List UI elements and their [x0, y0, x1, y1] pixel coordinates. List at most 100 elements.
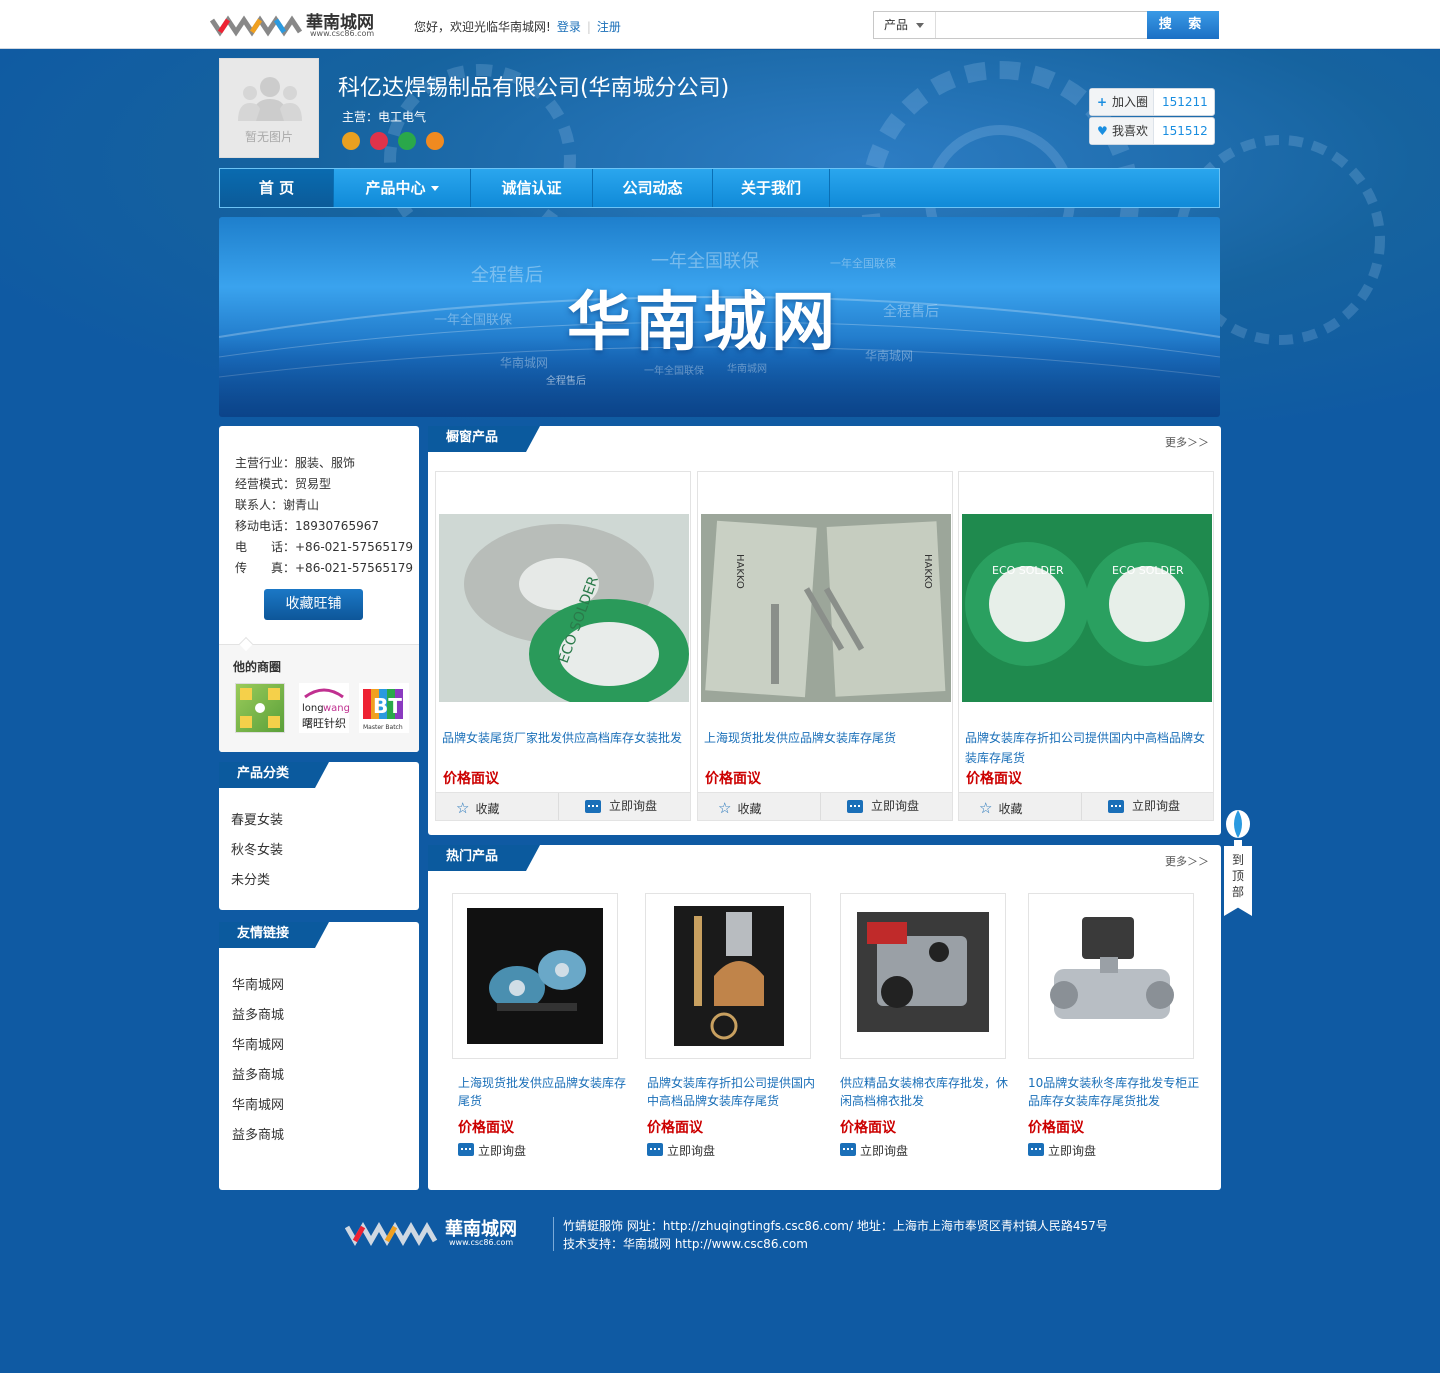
heart-icon: ♥ [1097, 124, 1108, 138]
svg-text:HAKKO: HAKKO [734, 554, 745, 589]
svg-text:Master Batch: Master Batch [363, 724, 403, 731]
category-item[interactable]: 秋冬女装 [231, 839, 283, 858]
welcome-bar: 您好，欢迎光临华南城网! 登录 | 注册 [414, 18, 627, 35]
favorite-action[interactable]: ☆ 收藏 [979, 799, 1022, 817]
chat-icon [647, 1143, 663, 1156]
favorite-action[interactable]: ☆ 收藏 [456, 799, 499, 817]
shop-nav: 首 页 产品中心 诚信认证 公司动态 关于我们 [219, 168, 1220, 208]
inquiry-action[interactable]: 立即询盘 [1028, 1142, 1096, 1159]
inquiry-label: 立即询盘 [609, 799, 658, 813]
category-item[interactable]: 未分类 [231, 869, 270, 888]
friend-link[interactable]: 益多商城 [232, 1124, 284, 1143]
inquiry-action[interactable]: 立即询盘 [840, 1142, 908, 1159]
hot-products-title: 热门产品 [428, 845, 540, 871]
product-title[interactable]: 上海现货批发供应品牌女装库存尾货 [458, 1074, 634, 1110]
product-title[interactable]: 品牌女装库存折扣公司提供国内中高档品牌女装库存尾货 [965, 728, 1209, 768]
product-title[interactable]: 品牌女装库存折扣公司提供国内中高档品牌女装库存尾货 [647, 1074, 823, 1110]
product-actions: ☆ 收藏 立即询盘 [959, 792, 1213, 820]
friend-link[interactable]: 华南城网 [232, 1094, 284, 1113]
banner-watermark: 全程售后 [471, 265, 543, 286]
banner-watermark: 华南城网 [865, 349, 914, 363]
product-actions: ☆ 收藏 立即询盘 [436, 792, 690, 820]
guarantee-badge-icon[interactable] [426, 132, 444, 150]
search-box: 产品 搜 索 [873, 11, 1219, 39]
inquiry-action[interactable]: 立即询盘 [820, 793, 952, 820]
nav-certification[interactable]: 诚信认证 [471, 169, 593, 207]
like-count: 151512 [1162, 124, 1208, 138]
product-title[interactable]: 供应精品女装棉衣库存批发，休闲高档棉衣批发 [840, 1074, 1016, 1110]
product-image[interactable]: ECO SOLDER [439, 514, 689, 709]
more-link[interactable]: 更多＞＞ [1165, 853, 1209, 869]
product-price: 价格面议 [840, 1120, 896, 1136]
honesty-badge-icon[interactable] [370, 132, 388, 150]
product-image[interactable] [840, 893, 1006, 1059]
vip-badge-icon[interactable] [342, 132, 360, 150]
chat-icon [847, 800, 863, 813]
back-to-top-button[interactable]: 到顶部 [1224, 808, 1252, 916]
like-button[interactable]: ♥ 我喜欢 151512 [1089, 117, 1215, 145]
nav-news[interactable]: 公司动态 [593, 169, 713, 207]
info-phone: 电 话：+86-021-57565179 [235, 540, 413, 554]
product-card: ECO SOLDER ECO SOLDER 品牌女装库存折扣公司提供国内中高档品… [958, 471, 1214, 821]
friend-link[interactable]: 益多商城 [232, 1004, 284, 1023]
product-actions: ☆ 收藏 立即询盘 [698, 792, 952, 820]
verified-badge-icon[interactable] [398, 132, 416, 150]
inquiry-label: 立即询盘 [1048, 1144, 1097, 1158]
banner-watermark: 一年全国联保 [651, 251, 759, 272]
shop-logo-2[interactable]: long wang 曙旺针织 [299, 683, 350, 733]
star-icon: ☆ [718, 799, 732, 817]
shop-logo-3[interactable]: BT Master Batch [359, 683, 409, 733]
chat-icon [1108, 800, 1124, 813]
search-button[interactable]: 搜 索 [1147, 11, 1219, 39]
nav-products[interactable]: 产品中心 [334, 169, 471, 207]
nav-about[interactable]: 关于我们 [713, 169, 830, 207]
inquiry-action[interactable]: 立即询盘 [458, 1142, 526, 1159]
search-category-select[interactable]: 产品 [874, 12, 936, 38]
chevron-down-icon [430, 186, 439, 191]
product-image[interactable] [645, 893, 811, 1059]
chat-icon [1028, 1143, 1044, 1156]
product-image[interactable] [452, 893, 618, 1059]
nav-home[interactable]: 首 页 [220, 169, 334, 207]
categories-title: 产品分类 [219, 762, 329, 788]
logo-url: www.csc86.com [310, 29, 375, 38]
friend-link[interactable]: 华南城网 [232, 974, 284, 993]
inquiry-action[interactable]: 立即询盘 [1081, 793, 1213, 820]
search-input[interactable] [938, 14, 1144, 36]
window-products-title: 橱窗产品 [428, 426, 540, 452]
product-title[interactable]: 上海现货批发供应品牌女装库存尾货 [704, 728, 948, 748]
star-icon: ☆ [456, 799, 470, 817]
favorite-label: 收藏 [998, 802, 1023, 816]
inquiry-action[interactable]: 立即询盘 [647, 1142, 715, 1159]
login-link[interactable]: 登录 [557, 20, 581, 34]
product-image[interactable]: ECO SOLDER ECO SOLDER [962, 514, 1212, 702]
footer-divider [553, 1217, 554, 1251]
friend-link[interactable]: 益多商城 [232, 1064, 284, 1083]
inquiry-action[interactable]: 立即询盘 [558, 793, 690, 820]
favorite-action[interactable]: ☆ 收藏 [718, 799, 761, 817]
join-circle-button[interactable]: + 加入圈 151211 [1089, 88, 1215, 116]
product-price: 价格面议 [966, 771, 1022, 787]
more-link[interactable]: 更多＞＞ [1165, 434, 1209, 450]
plus-icon: + [1097, 95, 1108, 109]
inquiry-label: 立即询盘 [478, 1144, 527, 1158]
product-price: 价格面议 [458, 1120, 514, 1136]
search-category-value: 产品 [884, 18, 909, 32]
shop-avatar: 暂无图片 [219, 58, 319, 158]
product-image[interactable]: HAKKO HAKKO [701, 514, 951, 702]
favorite-label: 收藏 [737, 802, 762, 816]
product-title[interactable]: 品牌女装尾货厂家批发供应高档库存女装批发 [442, 728, 686, 748]
product-title[interactable]: 10品牌女装秋冬库存批发专柜正品库存女装库存尾货批发 [1028, 1074, 1204, 1110]
product-price: 价格面议 [705, 771, 761, 787]
register-link[interactable]: 注册 [597, 20, 621, 34]
friend-link[interactable]: 华南城网 [232, 1034, 284, 1053]
category-item[interactable]: 春夏女装 [231, 809, 283, 828]
shop-logo-1[interactable] [235, 683, 285, 733]
site-logo[interactable]: 華南城网 www.csc86.com [209, 8, 390, 40]
banner-watermark: 一年全国联保 [434, 313, 513, 328]
footer-logo[interactable]: 華南城网 www.csc86.com [344, 1215, 545, 1251]
inquiry-label: 立即询盘 [667, 1144, 716, 1158]
product-image[interactable] [1028, 893, 1194, 1059]
banner-watermark: 一年全国联保 [830, 257, 896, 270]
favorite-shop-button[interactable]: 收藏旺铺 [264, 589, 363, 620]
